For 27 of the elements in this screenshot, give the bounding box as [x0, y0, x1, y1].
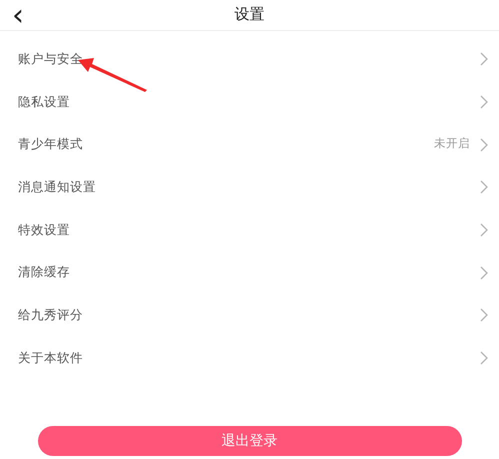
row-label: 账户与安全	[18, 50, 84, 68]
chevron-right-icon	[480, 52, 488, 66]
back-button[interactable]: ‹	[6, 0, 30, 31]
row-label: 特效设置	[18, 222, 71, 239]
chevron-right-icon	[480, 180, 488, 194]
settings-row[interactable]: 消息通知设置	[0, 166, 499, 209]
row-label: 给九秀评分	[18, 307, 84, 324]
chevron-right-icon	[480, 308, 488, 322]
chevron-right-icon	[480, 95, 488, 110]
chevron-right-icon	[480, 351, 488, 366]
chevron-right-icon	[480, 223, 488, 238]
settings-row[interactable]: 账户与安全	[0, 38, 499, 81]
row-label: 消息通知设置	[18, 179, 97, 196]
settings-row[interactable]: 清除缓存	[0, 251, 499, 294]
row-label: 隐私设置	[18, 94, 71, 111]
settings-row[interactable]: 关于本软件	[0, 336, 499, 380]
settings-row[interactable]: 隐私设置	[0, 80, 499, 124]
chevron-right-icon	[480, 266, 488, 280]
settings-row[interactable]: 青少年模式 未开启	[0, 123, 499, 166]
settings-row[interactable]: 特效设置	[0, 208, 499, 252]
chevron-right-icon	[480, 138, 488, 152]
row-label: 清除缓存	[18, 264, 71, 282]
row-label: 关于本软件	[18, 350, 84, 367]
settings-row[interactable]: 给九秀评分	[0, 294, 499, 337]
row-value: 未开启	[434, 136, 470, 152]
row-label: 青少年模式	[18, 136, 84, 154]
page-title: 设置	[234, 4, 264, 25]
